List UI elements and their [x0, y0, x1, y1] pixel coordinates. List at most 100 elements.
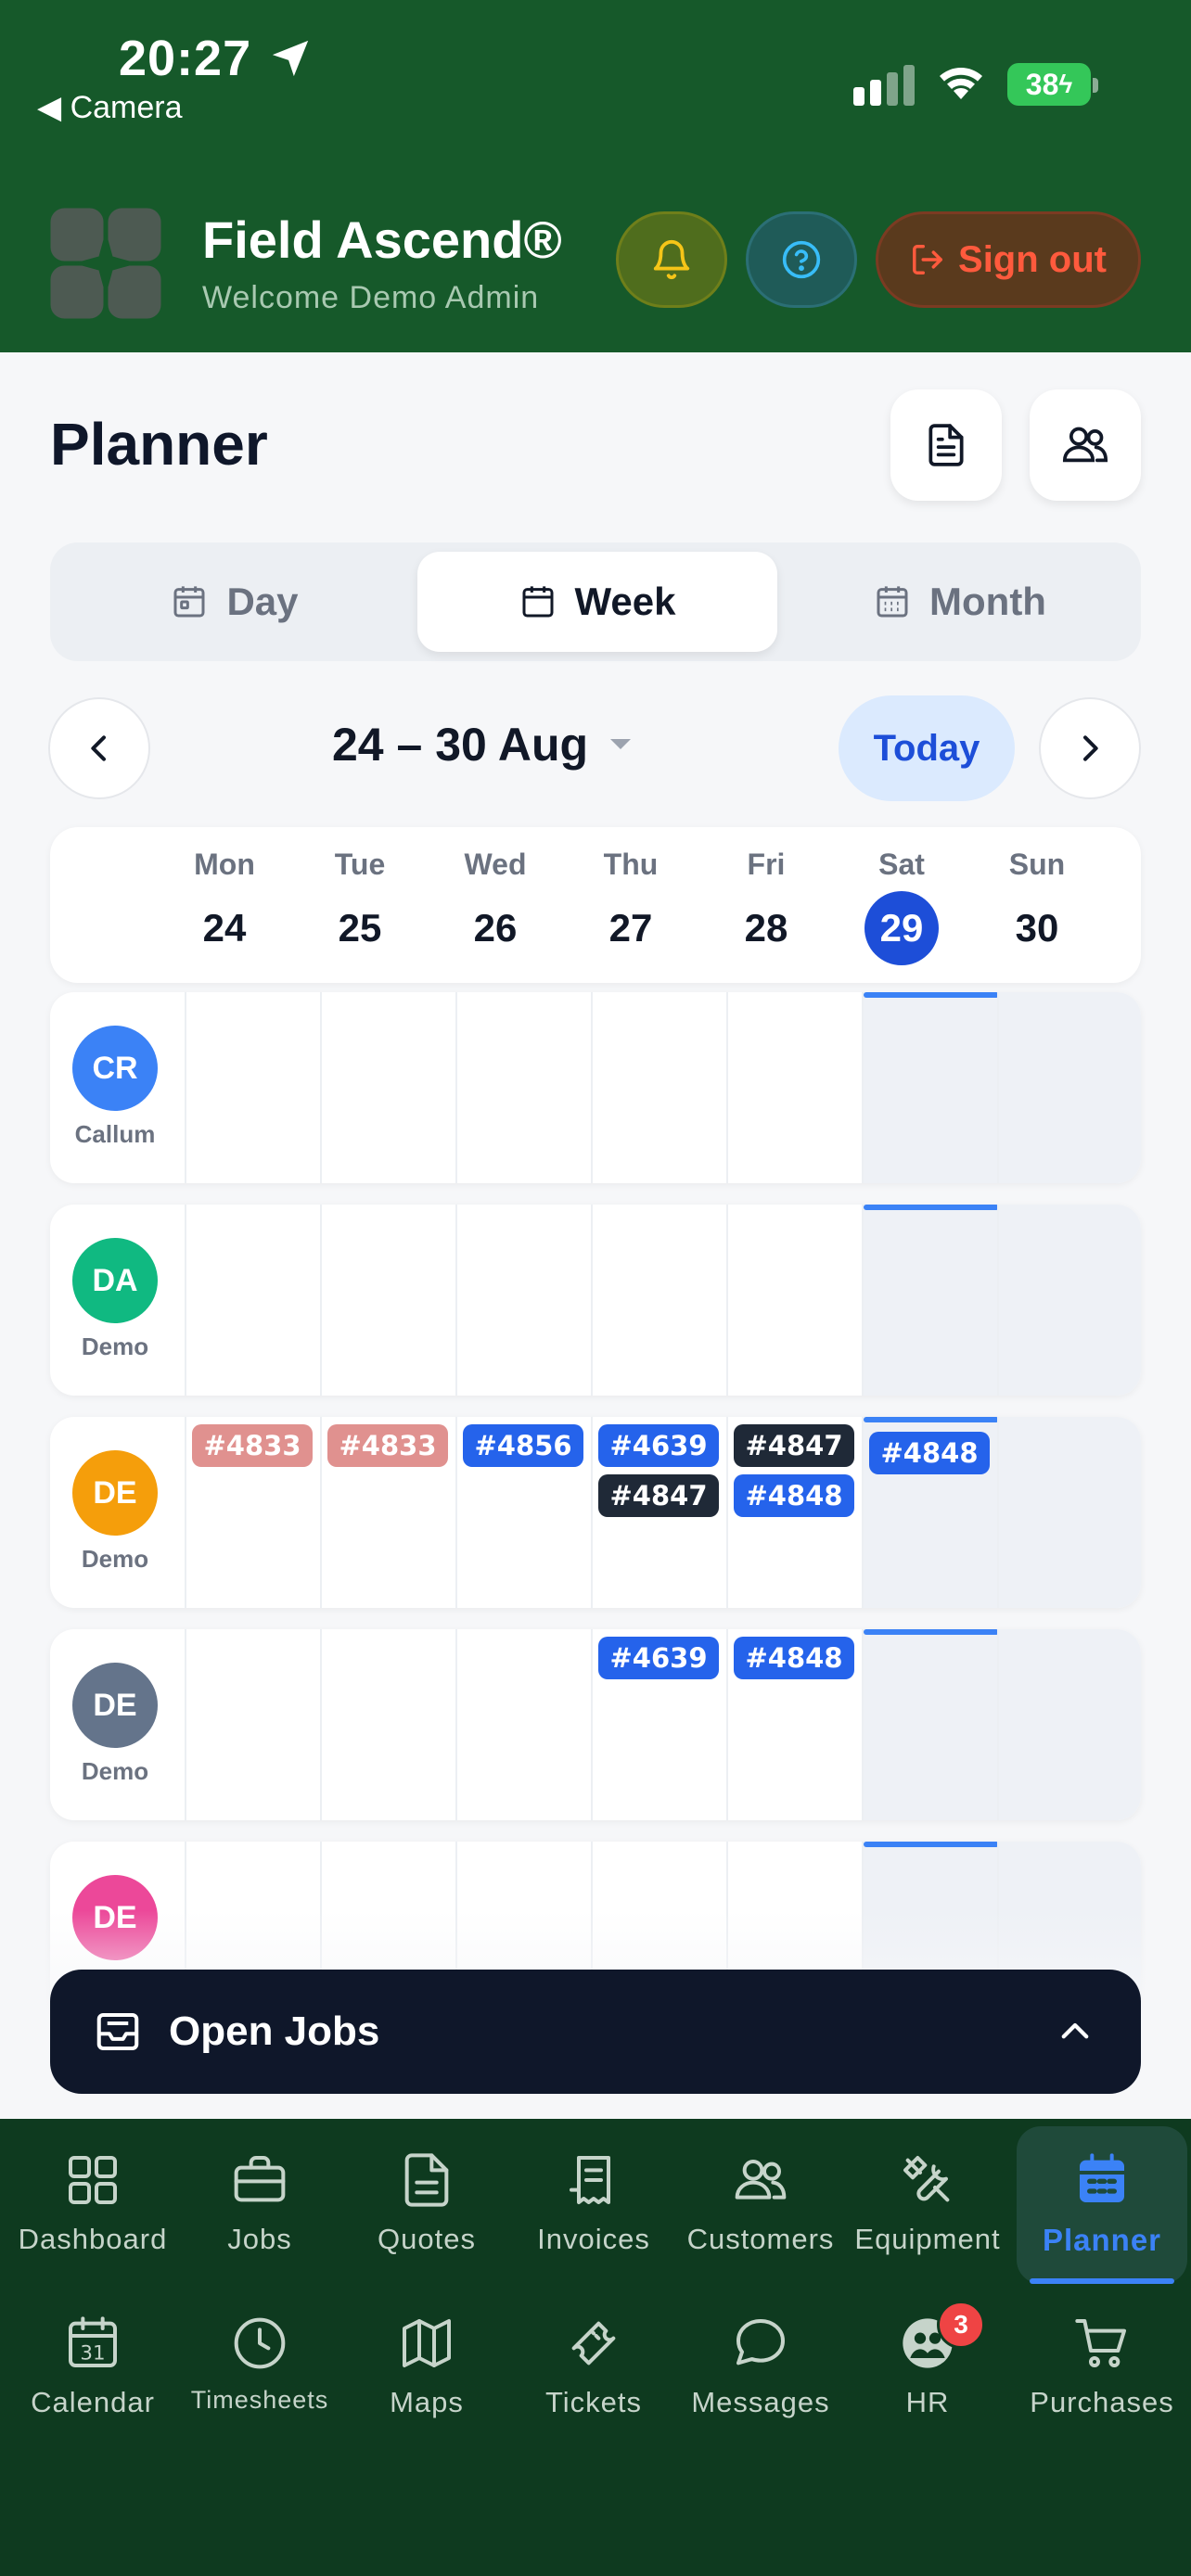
schedule-cell[interactable]: [862, 992, 999, 1183]
notifications-button[interactable]: [616, 211, 727, 308]
schedule-cell[interactable]: [997, 1205, 1141, 1396]
today-marker: [864, 1842, 999, 1847]
nav-tab-label: Purchases: [1030, 2386, 1174, 2418]
today-button[interactable]: Today: [839, 695, 1015, 801]
job-chip[interactable]: #4847: [734, 1424, 854, 1467]
sign-out-label: Sign out: [958, 238, 1107, 280]
schedule-cell[interactable]: [862, 1205, 999, 1396]
previous-week-button[interactable]: [48, 697, 150, 799]
schedule-cell[interactable]: [726, 1205, 862, 1396]
schedule-cell[interactable]: [455, 1629, 591, 1820]
job-chip[interactable]: #4856: [463, 1424, 583, 1467]
nav-tab-customers[interactable]: Customers: [675, 2126, 846, 2284]
schedule-cell[interactable]: [185, 992, 320, 1183]
job-chip[interactable]: #4848: [869, 1432, 990, 1474]
nav-tab-quotes[interactable]: Quotes: [341, 2126, 512, 2284]
schedule-cell[interactable]: [185, 1205, 320, 1396]
nav-tab-invoices[interactable]: Invoices: [508, 2126, 679, 2284]
resource-row: DA Demo: [50, 1205, 1141, 1396]
view-month-tab[interactable]: Month: [783, 552, 1137, 652]
calendar-31-icon: 31: [63, 2314, 122, 2373]
export-document-button[interactable]: [890, 389, 1002, 501]
day-column-wed[interactable]: Wed 26: [428, 848, 563, 965]
resource-row: DE Demo #4833 #4833 #4856 #4639 #4847 #4847 #484…: [50, 1417, 1141, 1608]
schedule-cell[interactable]: [320, 1205, 455, 1396]
day-name: Thu: [603, 848, 659, 881]
nav-tab-dashboard[interactable]: Dashboard: [7, 2126, 178, 2284]
calendar-week-icon: [522, 586, 554, 618]
map-icon: [397, 2314, 456, 2373]
schedule-cell[interactable]: [591, 1205, 726, 1396]
nav-tab-planner[interactable]: Planner: [1017, 2126, 1187, 2284]
job-chip[interactable]: #4639: [598, 1637, 719, 1679]
nav-tab-label: Dashboard: [18, 2223, 168, 2255]
day-column-mon[interactable]: Mon 24: [157, 848, 292, 965]
nav-tab-tickets[interactable]: Tickets: [508, 2289, 679, 2447]
view-month-label: Month: [929, 580, 1046, 623]
job-chip[interactable]: #4847: [598, 1474, 719, 1517]
chevron-right-icon: [1083, 735, 1098, 761]
day-column-tue[interactable]: Tue 25: [292, 848, 428, 965]
ticket-icon: [564, 2314, 623, 2373]
date-range-selector[interactable]: 24 – 30 Aug: [332, 718, 633, 772]
chevron-up-icon: [1061, 2022, 1089, 2039]
avatar[interactable]: DA: [72, 1238, 158, 1323]
today-marker: [864, 992, 999, 998]
avatar[interactable]: DE: [72, 1450, 158, 1536]
sign-out-button[interactable]: Sign out: [876, 211, 1141, 308]
today-marker: [864, 1629, 999, 1635]
avatar[interactable]: CR: [72, 1026, 158, 1111]
receipt-icon: [564, 2150, 623, 2210]
nav-tab-label: Equipment: [854, 2223, 1001, 2255]
sign-out-icon: [913, 245, 943, 274]
job-chip[interactable]: #4639: [598, 1424, 719, 1467]
schedule-cell[interactable]: [455, 992, 591, 1183]
schedule-cell[interactable]: [591, 992, 726, 1183]
calendar-month-icon: [877, 586, 908, 618]
schedule-cell[interactable]: [320, 1629, 455, 1820]
nav-tab-jobs[interactable]: Jobs: [174, 2126, 345, 2284]
job-chip[interactable]: #4848: [734, 1474, 854, 1517]
schedule-cell[interactable]: [726, 992, 862, 1183]
day-column-fri[interactable]: Fri 28: [698, 848, 834, 965]
day-number: 30: [1015, 906, 1059, 950]
nav-tab-messages[interactable]: Messages: [675, 2289, 846, 2447]
schedule-cell[interactable]: [185, 1629, 320, 1820]
nav-tab-timesheets[interactable]: Timesheets: [174, 2289, 345, 2447]
job-chip[interactable]: #4833: [327, 1424, 448, 1467]
help-button[interactable]: [746, 211, 857, 308]
nav-tab-maps[interactable]: Maps: [341, 2289, 512, 2447]
avatar[interactable]: DE: [72, 1663, 158, 1748]
view-week-tab[interactable]: Week: [417, 552, 777, 652]
nav-tab-calendar[interactable]: 31 Calendar: [7, 2289, 178, 2447]
schedule-cell[interactable]: [997, 992, 1141, 1183]
nav-tab-hr[interactable]: HR 3: [842, 2289, 1013, 2447]
nav-tab-label: Maps: [390, 2386, 464, 2418]
view-day-tab[interactable]: Day: [58, 552, 412, 652]
open-jobs-drawer-toggle[interactable]: Open Jobs: [50, 1970, 1141, 2094]
schedule-cell[interactable]: [862, 1629, 999, 1820]
nav-tab-purchases[interactable]: Purchases: [1017, 2289, 1187, 2447]
nav-tab-equipment[interactable]: Equipment: [842, 2126, 1013, 2284]
cart-icon: [1072, 2314, 1132, 2373]
schedule-cell[interactable]: [997, 1629, 1141, 1820]
job-chip[interactable]: #4848: [734, 1637, 854, 1679]
day-name: Wed: [464, 848, 527, 881]
active-tab-indicator: [1030, 2278, 1174, 2284]
team-filter-button[interactable]: [1030, 389, 1141, 501]
schedule-cell[interactable]: [455, 1205, 591, 1396]
schedule-cell[interactable]: [997, 1417, 1141, 1608]
schedule-cell[interactable]: [320, 992, 455, 1183]
day-column-sat[interactable]: Sat 29: [834, 848, 969, 965]
cellular-signal-icon: [853, 65, 915, 106]
day-column-thu[interactable]: Thu 27: [563, 848, 698, 965]
briefcase-icon: [230, 2150, 289, 2210]
back-to-camera-link[interactable]: ◀ Camera: [37, 89, 183, 126]
calendar-grid-icon: [1072, 2150, 1132, 2210]
day-number: 25: [338, 906, 382, 950]
next-week-button[interactable]: [1039, 697, 1141, 799]
clock-icon: [230, 2314, 289, 2373]
day-column-sun[interactable]: Sun 30: [969, 848, 1105, 965]
help-circle-icon: [782, 240, 821, 279]
job-chip[interactable]: #4833: [192, 1424, 313, 1467]
